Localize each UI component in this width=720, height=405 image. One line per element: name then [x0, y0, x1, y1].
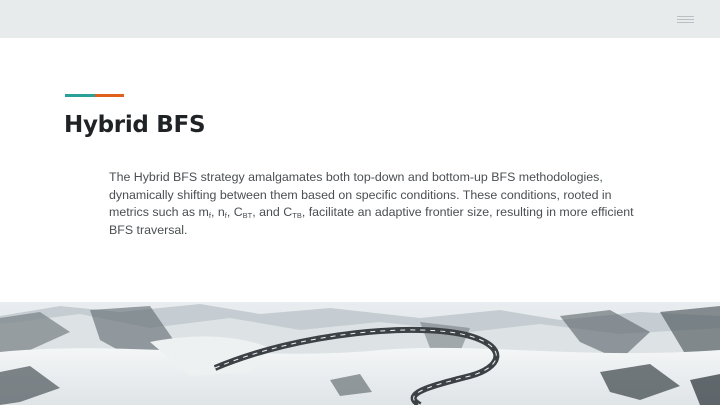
metric-c-tb-subscript: TB [292, 211, 302, 220]
metric-c-bt-subscript: BT [242, 211, 253, 220]
top-bar [0, 0, 720, 38]
metric-n: n [217, 205, 225, 219]
metric-m: m [198, 205, 209, 219]
separator: , [210, 205, 218, 219]
hamburger-menu-icon[interactable] [677, 15, 694, 23]
separator: , and [252, 205, 284, 219]
accent-bar-teal [65, 94, 95, 97]
metric-c-bt: C [233, 205, 243, 219]
accent-bar-orange [95, 94, 124, 97]
slide-title: Hybrid BFS [64, 112, 206, 138]
slide-paragraph: The Hybrid BFS strategy amalgamates both… [109, 169, 654, 239]
snowy-mountain-road-image [0, 302, 720, 405]
metric-c-tb: C [283, 205, 293, 219]
separator: , [226, 205, 234, 219]
